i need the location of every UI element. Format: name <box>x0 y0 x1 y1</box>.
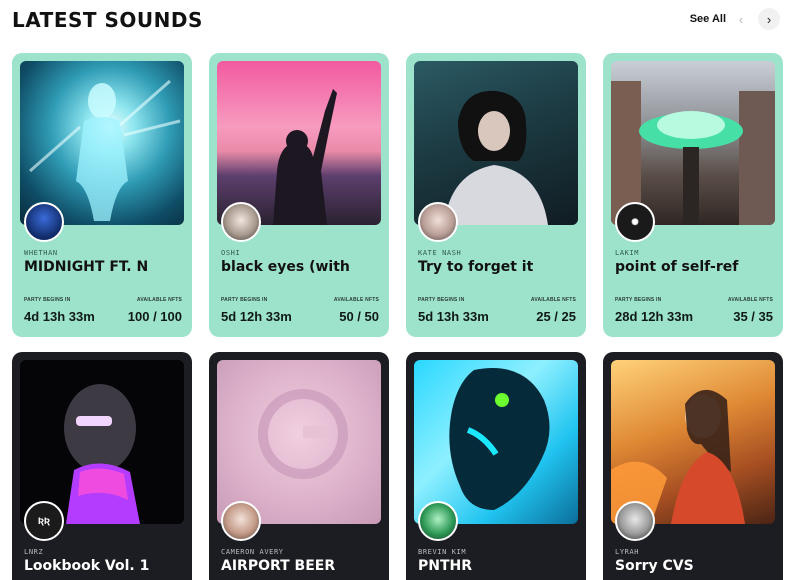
party-begins-label: PARTY BEGINS IN <box>24 297 71 303</box>
section-header: LATEST SOUNDS See All ‹ › <box>12 6 782 32</box>
chevron-left-icon[interactable]: ‹ <box>730 8 752 30</box>
sunset-silhouette-art <box>217 61 381 225</box>
song-title[interactable]: black eyes (with <box>221 259 385 275</box>
song-title[interactable]: PNTHR <box>418 558 582 574</box>
ufo-shape <box>611 81 775 225</box>
sound-card[interactable]: OSHI black eyes (with PARTY BEGINS IN AV… <box>209 53 389 337</box>
ufo-street-art <box>611 61 775 225</box>
artist-logo-icon[interactable]: ƦƦ <box>24 501 64 541</box>
artist-name[interactable]: BREVIN KIM <box>418 548 466 556</box>
chevron-right-icon[interactable]: › <box>758 8 780 30</box>
song-title[interactable]: AIRPORT BEER <box>221 558 385 574</box>
section-title: LATEST SOUNDS <box>12 8 203 32</box>
available-nfts-label: AVAILABLE NFTS <box>136 297 182 303</box>
embossed-logo-shape <box>258 389 348 479</box>
portrait-art <box>414 61 578 225</box>
available-value: 35 / 35 <box>733 309 773 324</box>
available-value: 100 / 100 <box>127 309 182 324</box>
sound-card[interactable]: WHETHAN MIDNIGHT FT. N PARTY BEGINS IN A… <box>12 53 192 337</box>
available-nfts-label: AVAILABLE NFTS <box>530 297 576 303</box>
artist-logo-icon[interactable]: ✺ <box>615 202 655 242</box>
silhouette-shape <box>273 89 337 225</box>
sound-card[interactable]: CAMERON AVERY AIRPORT BEER <box>209 352 389 580</box>
autumn-portrait-art <box>611 360 775 524</box>
countdown-value: 28d 12h 33m <box>615 309 694 324</box>
song-title[interactable]: Sorry CVS <box>615 558 779 574</box>
artist-photo-icon[interactable] <box>418 202 458 242</box>
pink-texture-art <box>217 360 381 524</box>
masked-figure-shape <box>64 384 140 524</box>
artist-photo-icon[interactable] <box>615 501 655 541</box>
figure-shape <box>29 79 181 221</box>
artist-photo-icon[interactable] <box>418 501 458 541</box>
song-title[interactable]: Lookbook Vol. 1 <box>24 558 188 574</box>
countdown-value: 4d 13h 33m <box>24 309 95 324</box>
available-nfts-label: AVAILABLE NFTS <box>727 297 773 303</box>
sound-card[interactable]: LYRAH Sorry CVS <box>603 352 783 580</box>
portrait-shape <box>444 90 548 225</box>
artist-name[interactable]: OSHI <box>221 249 240 257</box>
sound-card[interactable]: BREVIN KIM PNTHR <box>406 352 586 580</box>
see-all-link[interactable]: See All <box>690 13 726 25</box>
available-value: 50 / 50 <box>339 309 379 324</box>
artist-photo-icon[interactable] <box>24 202 64 242</box>
glowing-figure-art <box>20 61 184 225</box>
autumn-portrait-shape <box>611 389 745 524</box>
artist-photo-icon[interactable] <box>221 501 261 541</box>
masked-figure-art <box>20 360 184 524</box>
countdown-value: 5d 12h 33m <box>221 309 292 324</box>
artist-name[interactable]: LNRZ <box>24 548 43 556</box>
song-title[interactable]: point of self-ref <box>615 259 779 275</box>
sound-card[interactable]: KATE NASH Try to forget it PARTY BEGINS … <box>406 53 586 337</box>
neon-face-shape <box>449 368 550 510</box>
artist-name[interactable]: LYRAH <box>615 548 639 556</box>
available-nfts-label: AVAILABLE NFTS <box>333 297 379 303</box>
party-begins-label: PARTY BEGINS IN <box>221 297 268 303</box>
artist-photo-icon[interactable] <box>221 202 261 242</box>
artist-name[interactable]: CAMERON AVERY <box>221 548 284 556</box>
available-value: 25 / 25 <box>536 309 576 324</box>
artist-name[interactable]: WHETHAN <box>24 249 58 257</box>
party-begins-label: PARTY BEGINS IN <box>418 297 465 303</box>
song-title[interactable]: MIDNIGHT FT. N <box>24 259 188 275</box>
countdown-value: 5d 13h 33m <box>418 309 489 324</box>
sound-card[interactable]: ✺ LAKIM point of self-ref PARTY BEGINS I… <box>603 53 783 337</box>
neon-face-art <box>414 360 578 524</box>
sound-card[interactable]: ƦƦ LNRZ Lookbook Vol. 1 <box>12 352 192 580</box>
song-title[interactable]: Try to forget it <box>418 259 582 275</box>
party-begins-label: PARTY BEGINS IN <box>615 297 662 303</box>
artist-name[interactable]: LAKIM <box>615 249 639 257</box>
artist-name[interactable]: KATE NASH <box>418 249 461 257</box>
